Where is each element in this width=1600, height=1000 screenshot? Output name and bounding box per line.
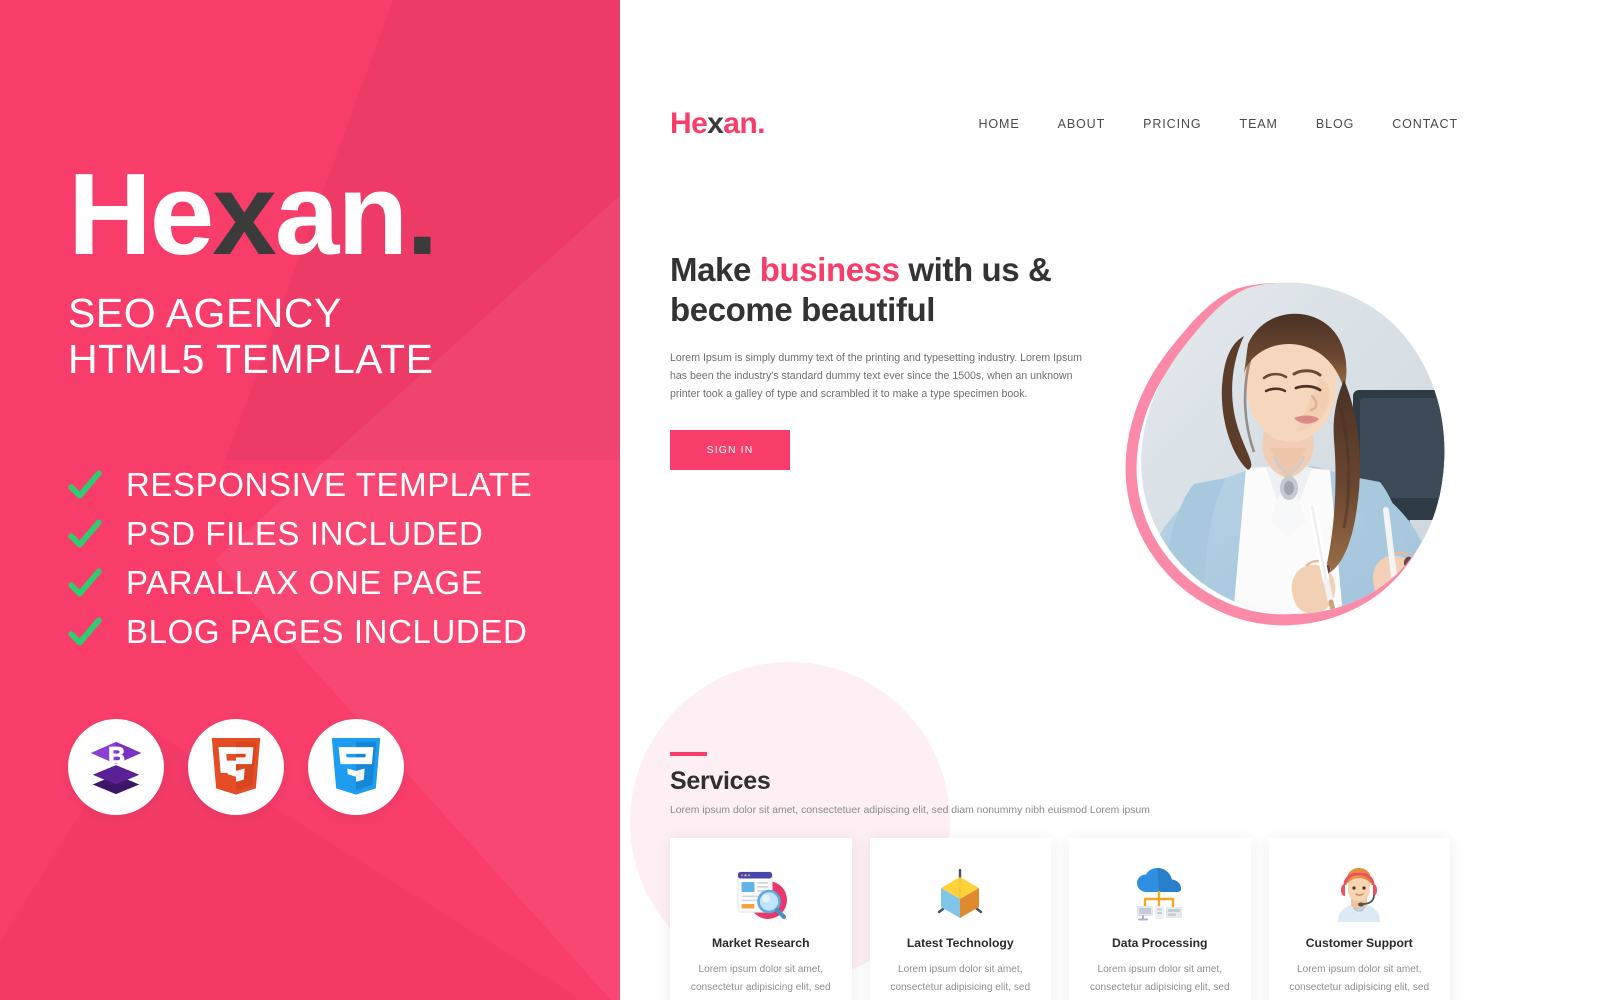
site-header: Hexan. HOME ABOUT PRICING TEAM BLOG CONT… xyxy=(620,83,1490,165)
blob-photo-content xyxy=(1141,282,1445,614)
promo-panel: Hexan. SEO AGENCY HTML5 TEMPLATE RESPONS… xyxy=(0,0,620,1000)
promo-logo-part1: He xyxy=(68,149,214,279)
service-icon-wrap xyxy=(1085,864,1235,926)
section-accent-dash xyxy=(670,752,707,756)
promo-logo-x: x xyxy=(212,149,277,279)
cube-icon xyxy=(938,868,983,918)
service-title: Data Processing xyxy=(1111,936,1208,950)
site-logo-part1: He xyxy=(670,107,708,140)
site-logo-x: x xyxy=(707,107,724,140)
services-title: Services xyxy=(670,767,771,795)
bootstrap-icon xyxy=(90,741,142,794)
hero-heading-pre: Make xyxy=(670,251,760,288)
primary-nav: HOME ABOUT PRICING TEAM BLOG CONTACT xyxy=(978,117,1458,131)
hero-photo xyxy=(1125,282,1445,626)
hero-heading-accent: business xyxy=(759,251,900,288)
service-title: Latest Technology xyxy=(906,936,1014,950)
check-icon xyxy=(68,617,102,646)
sign-in-button[interactable]: SIGN IN xyxy=(670,429,790,470)
feature-label: RESPONSIVE TEMPLATE xyxy=(126,466,533,504)
hero-paragraph: Lorem Ipsum is simply dummy text of the … xyxy=(670,351,1082,401)
nav-item-home[interactable]: HOME xyxy=(978,117,1019,131)
service-icon-wrap xyxy=(686,864,836,926)
hero-copy: Make business with us & become beautiful… xyxy=(670,250,1100,470)
css3-icon xyxy=(331,737,381,795)
services-header: Services Lorem ipsum dolor sit amet, con… xyxy=(620,730,1490,816)
badge-css3 xyxy=(308,718,404,815)
hero-image-blob xyxy=(1098,270,1478,650)
site-logo[interactable]: Hexan. xyxy=(670,107,765,141)
service-title: Customer Support xyxy=(1305,936,1413,950)
market-research-icon xyxy=(737,871,787,920)
hero-section: Make business with us & become beautiful… xyxy=(620,165,1490,730)
feature-label: PSD FILES INCLUDED xyxy=(126,515,484,553)
feature-item: PARALLAX ONE PAGE xyxy=(68,559,620,608)
website-mockup: Hexan. HOME ABOUT PRICING TEAM BLOG CONT… xyxy=(620,83,1490,1000)
service-text: Lorem ipsum dolor sit amet, consectetur … xyxy=(1088,964,1231,1000)
feature-label: BLOG PAGES INCLUDED xyxy=(126,613,528,651)
services-card-grid: Market Research Lorem ipsum dolor sit am… xyxy=(620,838,1490,1000)
service-icon-wrap xyxy=(1285,864,1435,926)
services-subtitle: Lorem ipsum dolor sit amet, consectetuer… xyxy=(670,805,1150,816)
service-card[interactable]: Latest Technology Lorem ipsum dolor sit … xyxy=(869,838,1051,1000)
site-logo-part2: an xyxy=(723,107,758,140)
check-icon xyxy=(68,568,102,597)
promo-feature-list: RESPONSIVE TEMPLATE PSD FILES INCLUDED P… xyxy=(68,461,620,657)
check-icon xyxy=(68,519,102,548)
html5-icon xyxy=(211,737,261,795)
feature-item: BLOG PAGES INCLUDED xyxy=(68,608,620,657)
badge-html5 xyxy=(188,718,284,815)
service-icon-wrap xyxy=(886,864,1036,926)
nav-item-contact[interactable]: CONTACT xyxy=(1392,117,1458,131)
nav-item-team[interactable]: TEAM xyxy=(1240,117,1278,131)
feature-label: PARALLAX ONE PAGE xyxy=(126,564,484,602)
service-text: Lorem ipsum dolor sit amet, consectetur … xyxy=(689,964,832,1000)
tech-badge-list xyxy=(68,718,620,815)
service-card[interactable]: Market Research Lorem ipsum dolor sit am… xyxy=(670,838,852,1000)
feature-item: RESPONSIVE TEMPLATE xyxy=(68,461,620,510)
service-title: Market Research xyxy=(711,936,810,950)
promo-logo-part2: an xyxy=(274,149,408,279)
service-card[interactable]: Data Processing Lorem ipsum dolor sit am… xyxy=(1069,838,1251,1000)
promo-banner: Hexan. SEO AGENCY HTML5 TEMPLATE RESPONS… xyxy=(0,0,1600,1000)
nav-item-pricing[interactable]: PRICING xyxy=(1143,117,1201,131)
services-section: Services Lorem ipsum dolor sit amet, con… xyxy=(620,662,1490,1000)
nav-item-about[interactable]: ABOUT xyxy=(1058,117,1106,131)
check-icon xyxy=(68,470,102,499)
badge-bootstrap xyxy=(68,718,164,815)
cloud-network-icon xyxy=(1136,868,1182,921)
service-text: Lorem ipsum dolor sit amet, consectetur … xyxy=(1288,964,1431,1000)
feature-item: PSD FILES INCLUDED xyxy=(68,510,620,559)
site-logo-dot: . xyxy=(757,107,765,140)
promo-subtitle-line1: SEO AGENCY xyxy=(68,290,342,337)
service-card[interactable]: Customer Support Lorem ipsum dolor sit a… xyxy=(1268,838,1450,1000)
support-agent-icon xyxy=(1338,868,1381,922)
service-text: Lorem ipsum dolor sit amet, consectetur … xyxy=(889,964,1032,1000)
promo-subtitle-line2: HTML5 TEMPLATE xyxy=(68,335,434,382)
nav-item-blog[interactable]: BLOG xyxy=(1316,117,1354,131)
promo-logo: Hexan. xyxy=(68,156,620,272)
promo-subtitle: SEO AGENCY HTML5 TEMPLATE xyxy=(68,290,620,383)
hero-heading: Make business with us & become beautiful xyxy=(670,250,1100,330)
promo-logo-dot: . xyxy=(406,149,438,279)
